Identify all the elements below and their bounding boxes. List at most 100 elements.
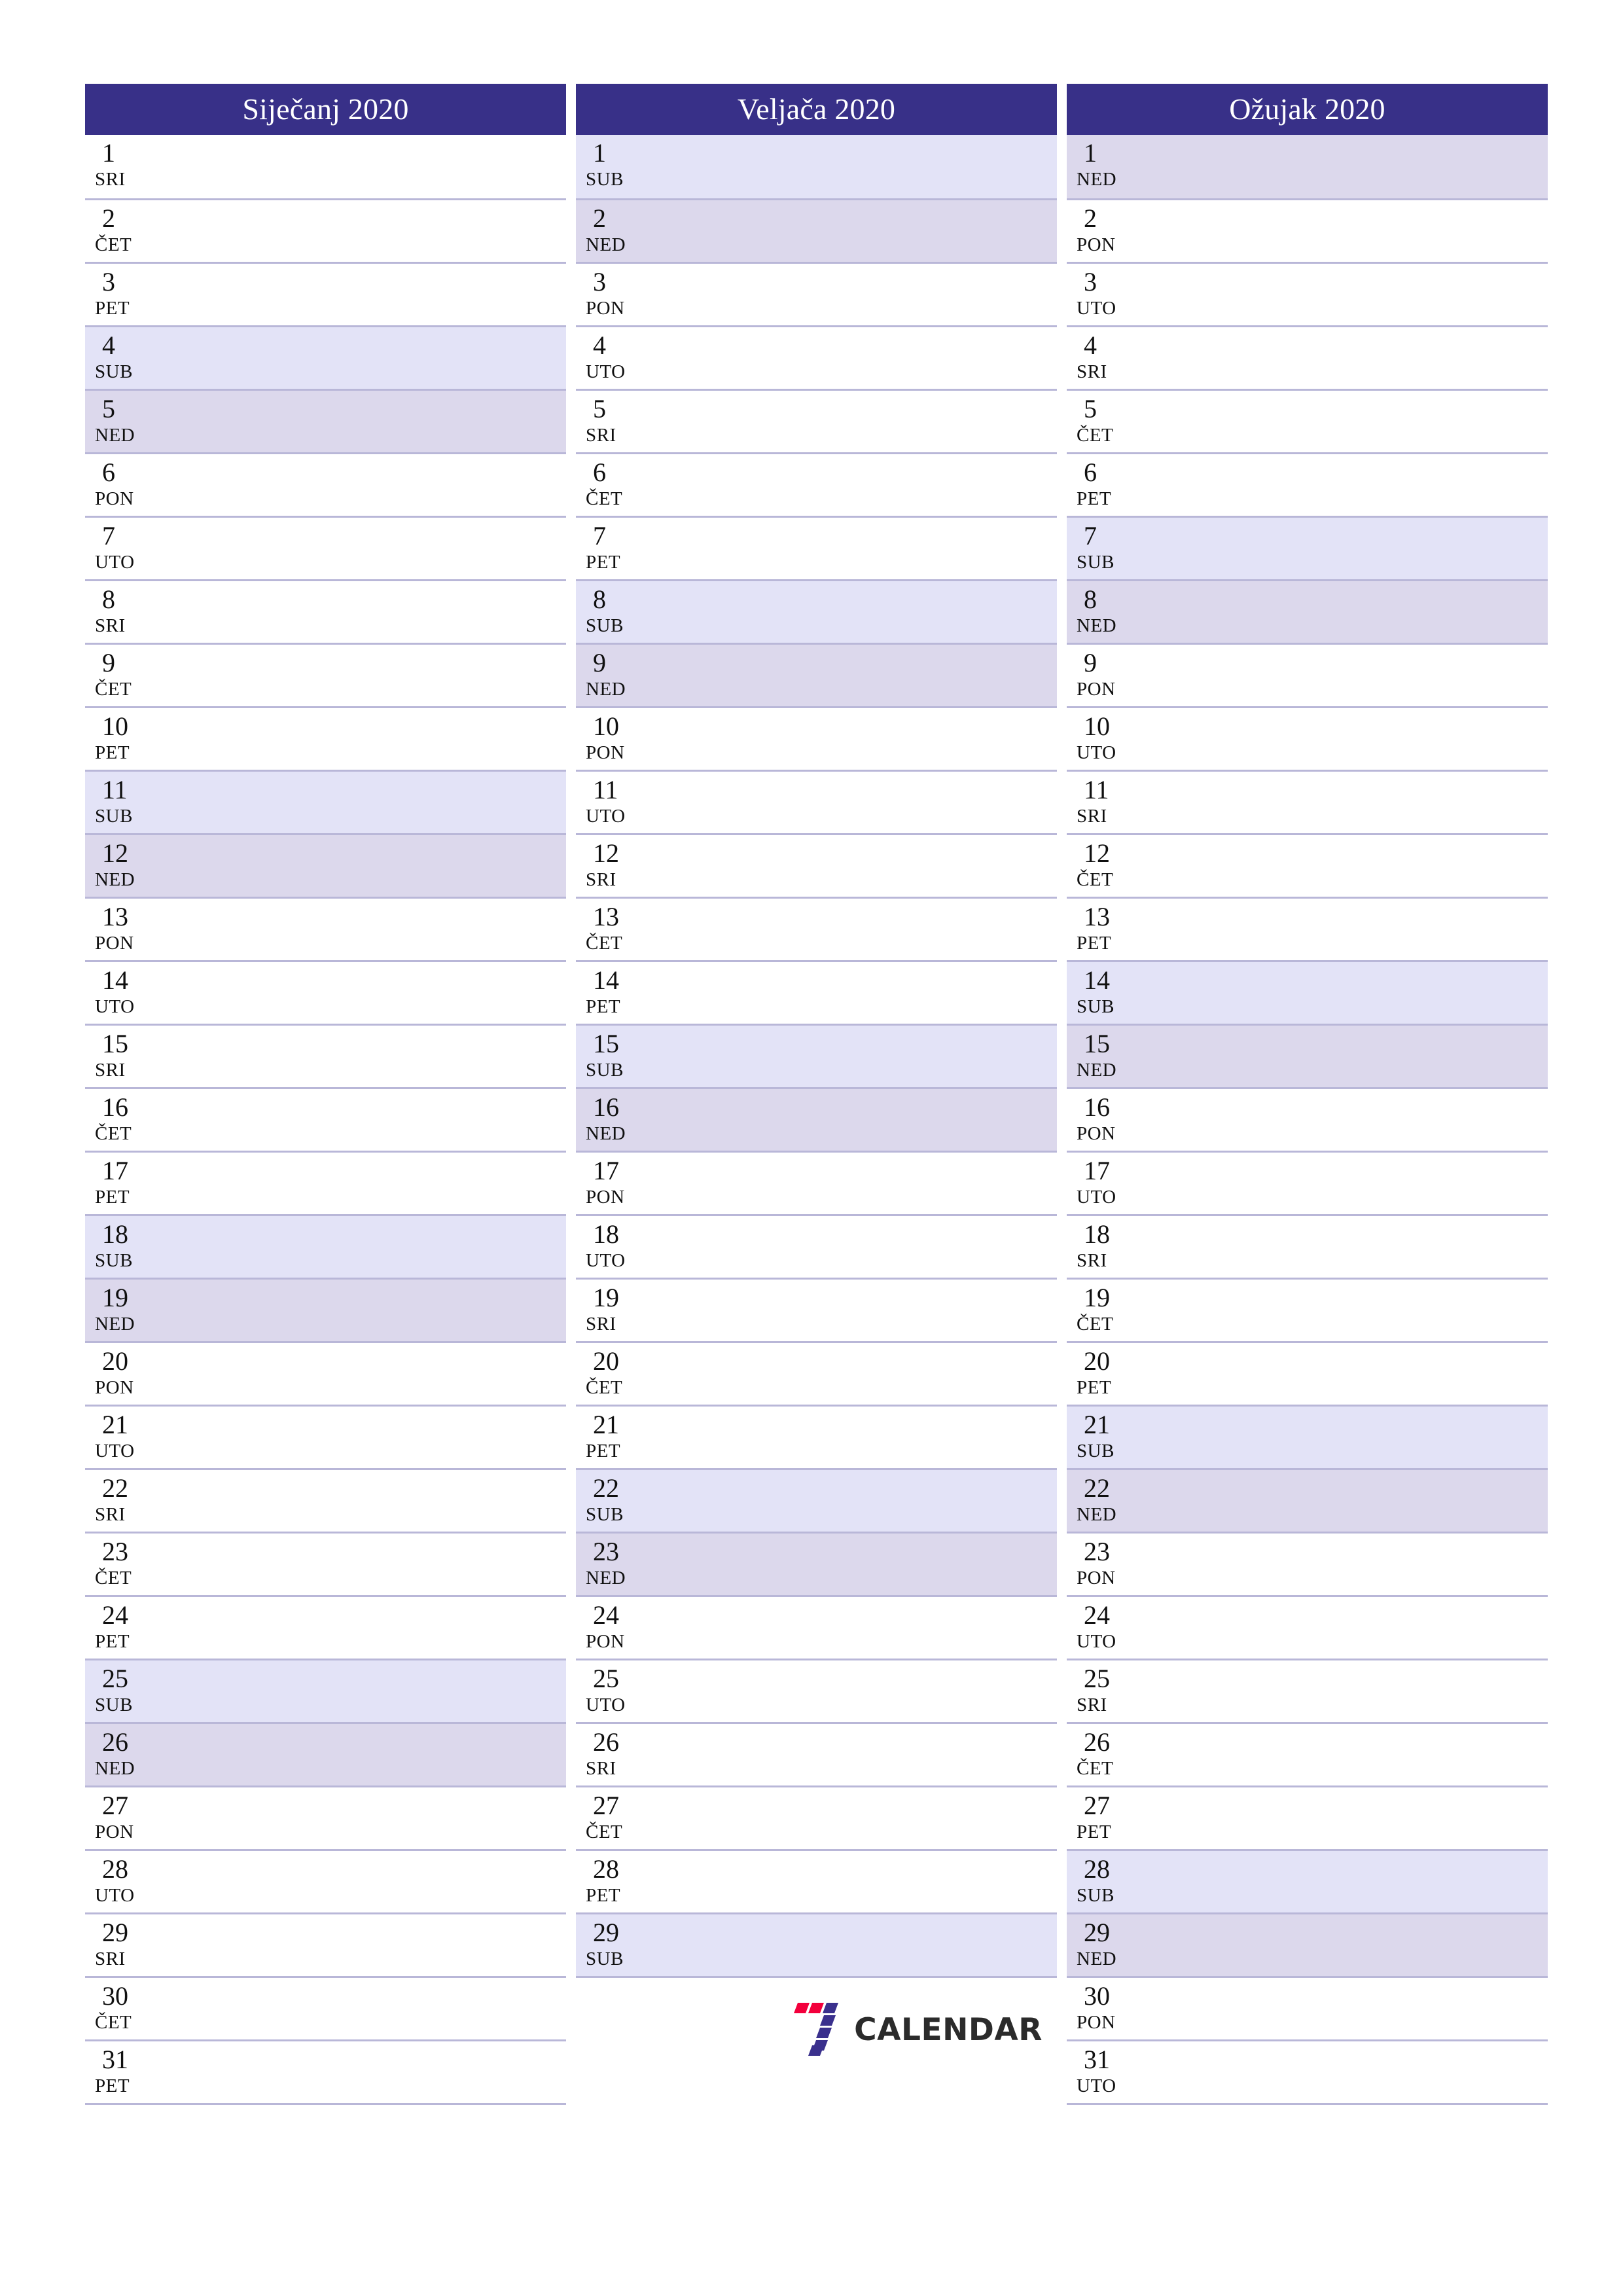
day-row[interactable]: 21 SUB xyxy=(1067,1405,1548,1468)
day-row[interactable]: 24 PET xyxy=(85,1595,566,1659)
day-row[interactable]: 3 PON xyxy=(576,262,1057,325)
day-row[interactable]: 16 ČET xyxy=(85,1087,566,1151)
day-row[interactable]: 27 PET xyxy=(1067,1785,1548,1849)
day-row[interactable]: 21 UTO xyxy=(85,1405,566,1468)
day-row[interactable]: 22 SRI xyxy=(85,1468,566,1532)
day-row[interactable]: 28 SUB xyxy=(1067,1849,1548,1912)
day-row[interactable]: 12 SRI xyxy=(576,833,1057,897)
day-row[interactable]: 29 NED xyxy=(1067,1912,1548,1976)
day-row[interactable]: 20 PON xyxy=(85,1341,566,1405)
day-row[interactable]: 14 PET xyxy=(576,960,1057,1024)
day-row[interactable]: 8 SRI xyxy=(85,579,566,643)
day-row[interactable]: 12 ČET xyxy=(1067,833,1548,897)
day-row[interactable]: 24 UTO xyxy=(1067,1595,1548,1659)
day-row[interactable]: 21 PET xyxy=(576,1405,1057,1468)
day-row[interactable]: 19 NED xyxy=(85,1278,566,1341)
day-row[interactable]: 1 SUB xyxy=(576,135,1057,198)
day-row[interactable]: 10 PET xyxy=(85,706,566,770)
day-weekday-abbr: SRI xyxy=(1077,806,1107,827)
day-row[interactable]: 23 ČET xyxy=(85,1532,566,1595)
day-row[interactable]: 12 NED xyxy=(85,833,566,897)
day-row[interactable]: 15 SUB xyxy=(576,1024,1057,1087)
day-row[interactable]: 25 SUB xyxy=(85,1659,566,1722)
day-row[interactable]: 6 ČET xyxy=(576,452,1057,516)
day-row[interactable]: 18 SUB xyxy=(85,1214,566,1278)
day-row[interactable]: 5 ČET xyxy=(1067,389,1548,452)
day-number: 23 xyxy=(593,1537,619,1566)
day-row[interactable]: 14 UTO xyxy=(85,960,566,1024)
month-column-2: Veljača 2020 1 SUB 2 NED 3 PON 4 UTO 5 SRI 6 ČET 7 PET… xyxy=(576,84,1057,2076)
day-row[interactable]: 22 NED xyxy=(1067,1468,1548,1532)
day-row[interactable]: 15 NED xyxy=(1067,1024,1548,1087)
day-row[interactable]: 26 SRI xyxy=(576,1722,1057,1785)
day-row[interactable]: 19 SRI xyxy=(576,1278,1057,1341)
day-row[interactable]: 9 NED xyxy=(576,643,1057,706)
day-row[interactable]: 3 UTO xyxy=(1067,262,1548,325)
day-row[interactable]: 29 SRI xyxy=(85,1912,566,1976)
day-row[interactable]: 1 SRI xyxy=(85,135,566,198)
day-row[interactable]: 7 UTO xyxy=(85,516,566,579)
day-row[interactable]: 11 SRI xyxy=(1067,770,1548,833)
day-row[interactable]: 26 NED xyxy=(85,1722,566,1785)
day-weekday-abbr: UTO xyxy=(95,552,135,573)
day-weekday-abbr: PON xyxy=(1077,234,1116,255)
day-row[interactable]: 18 SRI xyxy=(1067,1214,1548,1278)
day-row[interactable]: 4 SUB xyxy=(85,325,566,389)
day-row[interactable]: 1 NED xyxy=(1067,135,1548,198)
day-row[interactable]: 26 ČET xyxy=(1067,1722,1548,1785)
day-row[interactable]: 4 UTO xyxy=(576,325,1057,389)
day-row[interactable]: 24 PON xyxy=(576,1595,1057,1659)
day-row[interactable]: 5 SRI xyxy=(576,389,1057,452)
day-row[interactable]: 6 PON xyxy=(85,452,566,516)
day-row[interactable]: 13 PON xyxy=(85,897,566,960)
day-row[interactable]: 6 PET xyxy=(1067,452,1548,516)
day-number: 26 xyxy=(102,1727,128,1757)
day-row[interactable]: 2 ČET xyxy=(85,198,566,262)
day-row[interactable]: 5 NED xyxy=(85,389,566,452)
day-row[interactable]: 3 PET xyxy=(85,262,566,325)
day-row[interactable]: 2 NED xyxy=(576,198,1057,262)
day-row[interactable]: 18 UTO xyxy=(576,1214,1057,1278)
day-row[interactable]: 13 ČET xyxy=(576,897,1057,960)
day-row[interactable]: 10 UTO xyxy=(1067,706,1548,770)
day-row[interactable]: 16 NED xyxy=(576,1087,1057,1151)
day-row[interactable]: 31 UTO xyxy=(1067,2039,1548,2103)
day-row[interactable]: 7 PET xyxy=(576,516,1057,579)
day-row[interactable]: 9 PON xyxy=(1067,643,1548,706)
day-row[interactable]: 23 NED xyxy=(576,1532,1057,1595)
day-row[interactable]: 25 SRI xyxy=(1067,1659,1548,1722)
day-row[interactable]: 28 PET xyxy=(576,1849,1057,1912)
day-row[interactable]: 13 PET xyxy=(1067,897,1548,960)
day-row[interactable]: 8 NED xyxy=(1067,579,1548,643)
day-row[interactable]: 9 ČET xyxy=(85,643,566,706)
day-row[interactable]: 19 ČET xyxy=(1067,1278,1548,1341)
day-row[interactable]: 11 UTO xyxy=(576,770,1057,833)
day-row[interactable]: 8 SUB xyxy=(576,579,1057,643)
day-weekday-abbr: UTO xyxy=(95,1885,135,1906)
day-row[interactable]: 27 PON xyxy=(85,1785,566,1849)
day-row[interactable]: 30 PON xyxy=(1067,1976,1548,2039)
day-row[interactable]: 25 UTO xyxy=(576,1659,1057,1722)
day-row[interactable]: 7 SUB xyxy=(1067,516,1548,579)
day-row[interactable]: 4 SRI xyxy=(1067,325,1548,389)
day-row[interactable]: 23 PON xyxy=(1067,1532,1548,1595)
day-row[interactable]: 29 SUB xyxy=(576,1912,1057,1976)
day-row[interactable]: 27 ČET xyxy=(576,1785,1057,1849)
day-row[interactable]: 2 PON xyxy=(1067,198,1548,262)
day-row[interactable]: 22 SUB xyxy=(576,1468,1057,1532)
day-row[interactable]: 10 PON xyxy=(576,706,1057,770)
day-row[interactable]: 20 PET xyxy=(1067,1341,1548,1405)
day-row[interactable]: 20 ČET xyxy=(576,1341,1057,1405)
day-weekday-abbr: SRI xyxy=(95,1060,126,1081)
day-row[interactable]: 30 ČET xyxy=(85,1976,566,2039)
day-row[interactable]: 16 PON xyxy=(1067,1087,1548,1151)
day-row[interactable]: 28 UTO xyxy=(85,1849,566,1912)
day-row[interactable]: 11 SUB xyxy=(85,770,566,833)
day-row[interactable]: 14 SUB xyxy=(1067,960,1548,1024)
day-row[interactable]: 17 UTO xyxy=(1067,1151,1548,1214)
day-row[interactable]: 17 PON xyxy=(576,1151,1057,1214)
day-row[interactable]: 17 PET xyxy=(85,1151,566,1214)
day-number: 23 xyxy=(102,1537,128,1566)
day-row[interactable]: 31 PET xyxy=(85,2039,566,2103)
day-row[interactable]: 15 SRI xyxy=(85,1024,566,1087)
